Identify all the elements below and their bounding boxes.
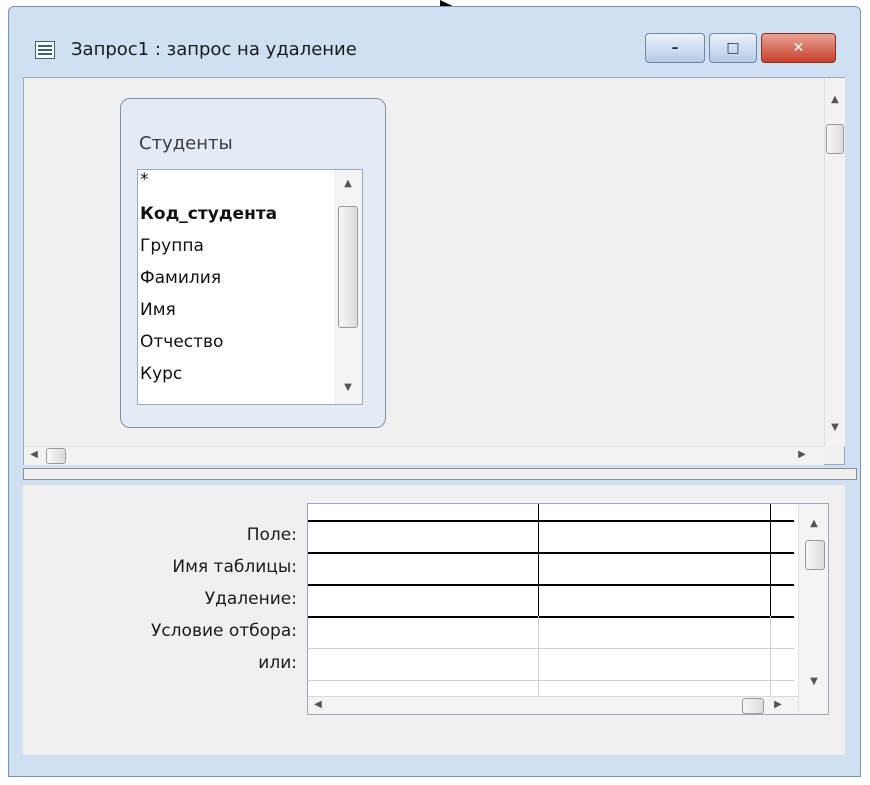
scroll-up-icon[interactable]: ▲ xyxy=(827,94,843,105)
scroll-left-icon[interactable]: ◀ xyxy=(310,699,326,710)
scroll-down-icon[interactable]: ▼ xyxy=(806,676,822,687)
scroll-thumb[interactable] xyxy=(742,698,764,714)
field-item-all[interactable]: * xyxy=(140,170,149,190)
grid-vertical-scrollbar[interactable]: ▲ ▼ xyxy=(798,504,828,714)
scroll-down-icon[interactable]: ▼ xyxy=(340,382,356,393)
field-item[interactable]: Курс xyxy=(140,364,182,384)
window-title: Запрос1 : запрос на удаление xyxy=(71,39,357,60)
field-item[interactable]: Имя xyxy=(140,300,176,320)
scroll-thumb[interactable] xyxy=(338,206,358,328)
scroll-up-icon[interactable]: ▲ xyxy=(806,518,822,529)
design-vertical-scrollbar[interactable]: ▲ ▼ xyxy=(824,78,845,446)
grid-cell-field-1[interactable] xyxy=(308,522,538,552)
scroll-down-icon[interactable]: ▼ xyxy=(827,422,843,433)
scroll-thumb[interactable] xyxy=(46,448,66,464)
table-design-area[interactable]: Студенты * Код_студента Группа Фамилия И… xyxy=(23,77,845,465)
table-box-students[interactable]: Студенты * Код_студента Группа Фамилия И… xyxy=(120,98,386,428)
row-label-or: или: xyxy=(258,653,297,673)
close-button[interactable]: ✕ xyxy=(761,33,836,63)
field-item-key[interactable]: Код_студента xyxy=(140,204,277,224)
scroll-thumb[interactable] xyxy=(826,124,844,154)
scroll-thumb[interactable] xyxy=(805,540,825,570)
grid-row-labels: Поле: Имя таблицы: Удаление: Условие отб… xyxy=(23,485,297,745)
row-label-field: Поле: xyxy=(246,525,297,545)
title-bar[interactable]: Запрос1 : запрос на удаление – □ ✕ xyxy=(9,7,860,83)
minimize-button[interactable]: – xyxy=(645,33,705,63)
query-window-icon xyxy=(35,41,55,59)
grid-horizontal-scrollbar[interactable]: ◀ ▶ xyxy=(308,696,798,714)
grid-cell-field-3[interactable] xyxy=(771,522,797,552)
maximize-button[interactable]: □ xyxy=(709,33,757,63)
row-label-criteria: Условие отбора: xyxy=(150,621,297,641)
scroll-up-icon[interactable]: ▲ xyxy=(340,178,356,189)
pane-splitter[interactable] xyxy=(23,468,857,480)
field-list[interactable]: * Код_студента Группа Фамилия Имя Отчест… xyxy=(137,169,363,405)
field-item[interactable]: Отчество xyxy=(140,332,223,352)
row-label-delete: Удаление: xyxy=(204,589,297,609)
field-list-scrollbar[interactable]: ▲ ▼ xyxy=(334,170,362,404)
row-label-table: Имя таблицы: xyxy=(172,557,297,577)
grid-cell-field-2[interactable] xyxy=(539,522,769,552)
query-window: Запрос1 : запрос на удаление – □ ✕ Студе… xyxy=(8,6,861,777)
field-item[interactable]: Фамилия xyxy=(140,268,221,288)
field-item[interactable]: Группа xyxy=(140,236,204,256)
scroll-right-icon[interactable]: ▶ xyxy=(770,699,786,710)
scroll-left-icon[interactable]: ◀ xyxy=(26,449,42,460)
query-grid-area: Поле: Имя таблицы: Удаление: Условие отб… xyxy=(23,485,845,755)
scroll-right-icon[interactable]: ▶ xyxy=(794,449,810,460)
design-horizontal-scrollbar[interactable]: ◀ ▶ xyxy=(24,446,824,465)
query-design-grid[interactable]: ▲ ▼ ◀ ▶ xyxy=(307,503,829,715)
table-name: Студенты xyxy=(139,133,233,154)
